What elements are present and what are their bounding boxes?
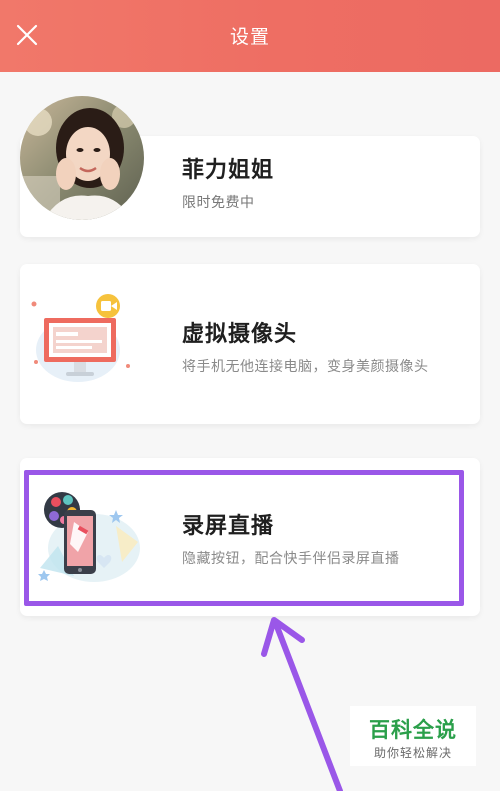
watermark-title: 百科全说 bbox=[369, 718, 457, 742]
arrow-icon bbox=[261, 617, 343, 791]
page-title: 设置 bbox=[229, 26, 270, 48]
header-bar: 设置 bbox=[0, 0, 500, 72]
watermark-subtitle: 助你轻松解决 bbox=[373, 746, 452, 760]
card-virtual-camera[interactable]: 虚拟摄像头 将手机无他连接电脑，变身美颜摄像头 bbox=[20, 264, 480, 424]
monitor-camera-illustration bbox=[30, 290, 150, 400]
avatar bbox=[20, 96, 144, 220]
card-title: 菲力姐姐 bbox=[182, 158, 275, 183]
annotation-highlight-box bbox=[24, 470, 464, 606]
watermark-logo: 百科全说 助你轻松解决 bbox=[350, 706, 476, 766]
card-subtitle: 限时免费中 bbox=[182, 195, 255, 211]
card-title: 虚拟摄像头 bbox=[182, 322, 298, 347]
card-subtitle: 将手机无他连接电脑，变身美颜摄像头 bbox=[182, 359, 429, 375]
